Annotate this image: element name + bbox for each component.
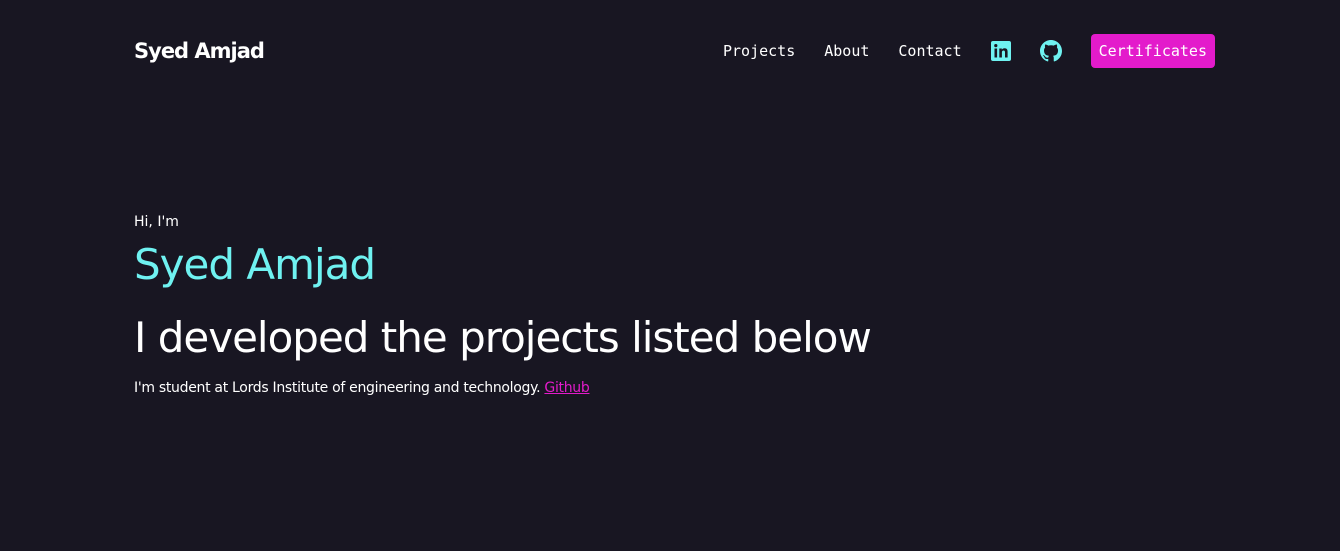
nav-contact[interactable]: Contact — [898, 42, 961, 60]
linkedin-icon-graphic — [990, 41, 1011, 61]
certificates-button[interactable]: Certificates — [1090, 34, 1215, 68]
main-nav: Projects About Contact Certificates — [723, 34, 1215, 68]
github-icon-graphic — [1039, 40, 1062, 62]
hero-section: Hi, I'm Syed Amjad I developed the proje… — [134, 212, 872, 398]
hero-bio-text: I'm student at Lords Institute of engine… — [134, 380, 541, 396]
hero-greeting: Hi, I'm — [134, 214, 179, 230]
brand-logo[interactable]: Syed Amjad — [134, 39, 265, 63]
linkedin-icon[interactable] — [990, 40, 1012, 62]
hero-headline: I developed the projects listed below — [134, 313, 872, 362]
github-link[interactable]: Github — [544, 380, 589, 396]
github-icon[interactable] — [1039, 40, 1062, 62]
page: Syed Amjad Projects About Contact Certif… — [0, 0, 1340, 551]
hero-bio: I'm student at Lords Institute of engine… — [134, 378, 871, 398]
nav-about[interactable]: About — [824, 42, 869, 60]
site-header: Syed Amjad Projects About Contact Certif… — [134, 34, 1215, 68]
nav-projects[interactable]: Projects — [723, 42, 795, 60]
hero-name: Syed Amjad — [134, 240, 376, 289]
